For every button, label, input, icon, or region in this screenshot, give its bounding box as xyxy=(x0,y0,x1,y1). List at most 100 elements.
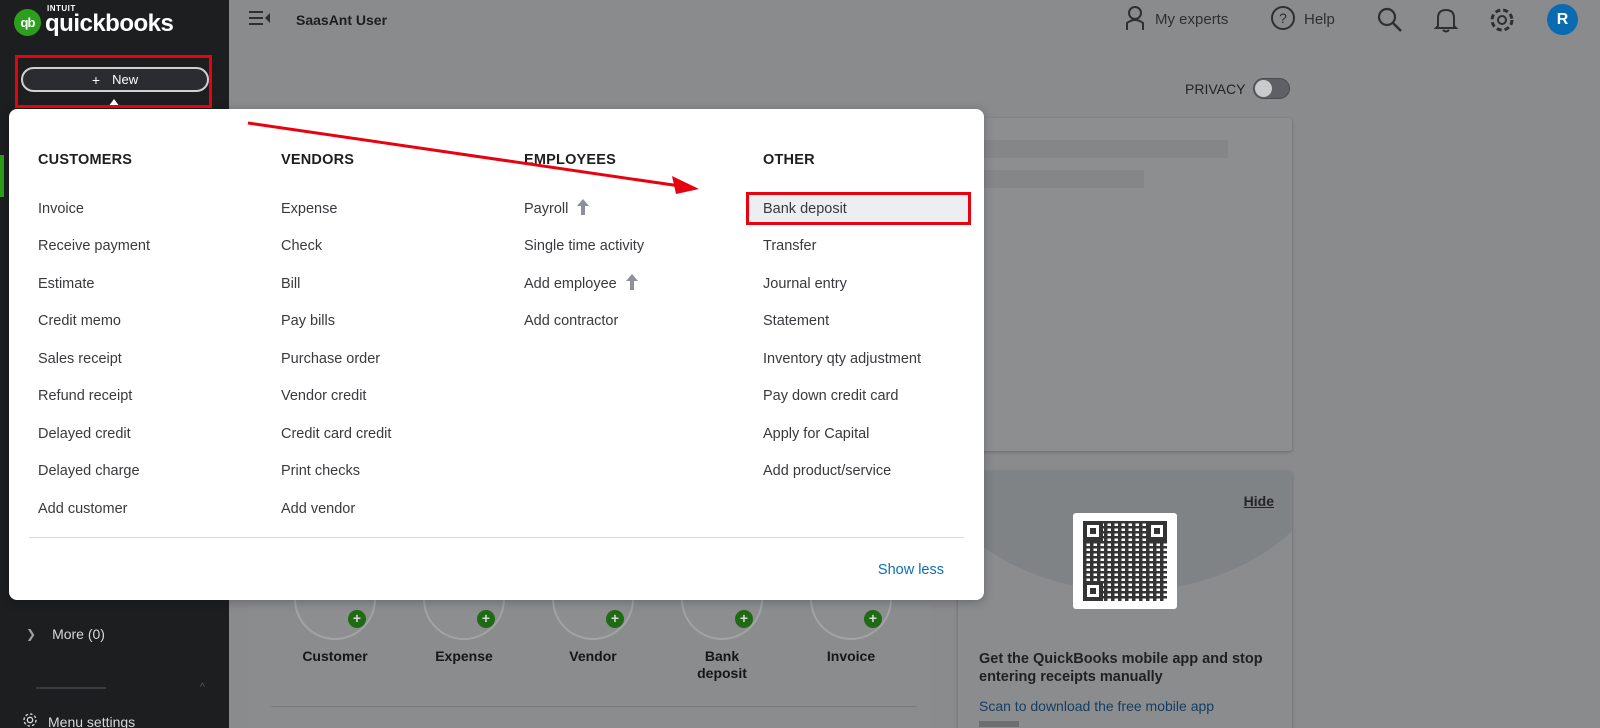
company-name: SaasAnt User xyxy=(296,12,388,28)
show-less-link[interactable]: Show less xyxy=(878,562,944,578)
privacy-toggle[interactable]: PRIVACY xyxy=(1185,78,1291,99)
menu-item-label: Apply for Capital xyxy=(763,425,870,442)
menu-item-pay-bills[interactable]: Pay bills xyxy=(281,303,511,341)
gear-icon[interactable] xyxy=(1489,7,1515,38)
menu-item-add-product-service[interactable]: Add product/service xyxy=(763,453,993,491)
qb-logo-icon: qb xyxy=(14,8,41,36)
qr-finder xyxy=(1147,521,1167,541)
menu-item-label: Receive payment xyxy=(38,238,151,255)
column-heading: EMPLOYEES xyxy=(524,152,617,168)
help-label: Help xyxy=(1304,11,1335,28)
top-bar: SaasAnt User My experts ? Help R xyxy=(229,0,1600,39)
quick-action-label: Expense xyxy=(435,648,493,664)
menu-item-payroll[interactable]: Payroll xyxy=(524,190,754,228)
menu-settings-link[interactable]: Menu settings xyxy=(22,712,135,728)
menu-item-journal-entry[interactable]: Journal entry xyxy=(763,265,993,303)
collapse-menu-icon[interactable] xyxy=(249,10,271,31)
column-heading: OTHER xyxy=(763,152,815,168)
menu-item-label: Check xyxy=(281,238,323,255)
menu-item-receive-payment[interactable]: Receive payment xyxy=(38,228,268,266)
column-heading: VENDORS xyxy=(281,152,355,168)
menu-item-print-checks[interactable]: Print checks xyxy=(281,453,511,491)
menu-item-label: Vendor credit xyxy=(281,388,367,405)
menu-item-vendor-credit[interactable]: Vendor credit xyxy=(281,378,511,416)
menu-item-label: Bill xyxy=(281,275,301,292)
menu-item-bill[interactable]: Bill xyxy=(281,265,511,303)
menu-item-label: Expense xyxy=(281,200,338,217)
search-icon[interactable] xyxy=(1377,7,1403,38)
menu-item-label: Credit memo xyxy=(38,313,121,330)
menu-item-delayed-charge[interactable]: Delayed charge xyxy=(38,453,268,491)
chevron-right-icon: ❯ xyxy=(26,627,37,641)
dashboard-widget xyxy=(958,118,1292,451)
menu-item-add-vendor[interactable]: Add vendor xyxy=(281,490,511,528)
menu-item-label: Statement xyxy=(763,313,830,330)
menu-item-label: Pay down credit card xyxy=(763,388,899,405)
menu-item-single-time-activity[interactable]: Single time activity xyxy=(524,228,754,266)
avatar[interactable]: R xyxy=(1547,4,1578,35)
quick-action-label: Invoice xyxy=(826,648,876,664)
my-experts-label: My experts xyxy=(1155,11,1229,28)
chevron-up-icon[interactable]: ^ xyxy=(200,682,205,693)
menu-item-add-customer[interactable]: Add customer xyxy=(38,490,268,528)
mobile-app-card: Hide Get the QuickBooks mobile app and s… xyxy=(958,471,1292,728)
menu-item-add-employee[interactable]: Add employee xyxy=(524,265,754,303)
bell-icon[interactable] xyxy=(1433,7,1459,38)
menu-item-pay-down-credit-card[interactable]: Pay down credit card xyxy=(763,378,993,416)
menu-item-transfer[interactable]: Transfer xyxy=(763,228,993,266)
menu-item-bank-deposit[interactable]: Bank deposit xyxy=(746,190,993,228)
menu-item-estimate[interactable]: Estimate xyxy=(38,265,268,303)
new-menu-dropdown: CUSTOMERS Invoice Receive payment Estima… xyxy=(9,109,984,600)
qr-code xyxy=(1073,513,1177,609)
toggle-knob xyxy=(1255,80,1273,97)
menu-column-other: OTHER Bank deposit Transfer Journal entr… xyxy=(746,152,993,491)
qr-finder xyxy=(1083,581,1103,601)
menu-column-vendors: VENDORS Expense Check Bill Pay bills Pur… xyxy=(281,152,511,528)
menu-item-apply-for-capital[interactable]: Apply for Capital xyxy=(763,415,993,453)
menu-item-invoice[interactable]: Invoice xyxy=(38,190,268,228)
download-app-link[interactable]: Scan to download the free mobile app xyxy=(979,698,1214,714)
menu-settings-label: Menu settings xyxy=(48,713,136,728)
loading-placeholder xyxy=(978,140,1228,158)
my-experts-button[interactable]: My experts xyxy=(1125,0,1228,39)
svg-text:?: ? xyxy=(1279,10,1287,26)
menu-item-sales-receipt[interactable]: Sales receipt xyxy=(38,340,268,378)
menu-item-credit-card-credit[interactable]: Credit card credit xyxy=(281,415,511,453)
menu-item-delayed-credit[interactable]: Delayed credit xyxy=(38,415,268,453)
annotation-box-new-button xyxy=(15,55,212,108)
menu-item-statement[interactable]: Statement xyxy=(763,303,993,341)
menu-item-inventory-qty-adjustment[interactable]: Inventory qty adjustment xyxy=(763,340,993,378)
menu-item-expense[interactable]: Expense xyxy=(281,190,511,228)
menu-list: Expense Check Bill Pay bills Purchase or… xyxy=(281,190,511,528)
menu-column-employees: EMPLOYEES Payroll Single time activity A… xyxy=(524,152,754,340)
hide-link[interactable]: Hide xyxy=(1244,493,1274,509)
menu-item-label: Add vendor xyxy=(281,500,356,517)
menu-item-label: Estimate xyxy=(38,275,95,292)
menu-item-check[interactable]: Check xyxy=(281,228,511,266)
logo-wordmark: INTUIT quickbooks xyxy=(45,4,174,38)
loading-placeholder xyxy=(978,170,1144,188)
menu-item-label: Print checks xyxy=(281,463,360,480)
sidebar-item-more[interactable]: ❯ More (0) xyxy=(26,626,105,642)
menu-item-label: Transfer xyxy=(763,238,817,255)
quick-action-label: Vendor xyxy=(569,648,617,664)
toggle-switch[interactable] xyxy=(1253,78,1291,99)
add-badge-icon: + xyxy=(864,610,882,628)
menu-item-label: Refund receipt xyxy=(38,388,133,405)
menu-item-credit-memo[interactable]: Credit memo xyxy=(38,303,268,341)
menu-item-label: Sales receipt xyxy=(38,350,122,367)
gear-icon xyxy=(22,712,38,728)
help-button[interactable]: ? Help xyxy=(1270,0,1335,39)
expert-icon xyxy=(1125,5,1145,35)
menu-column-customers: CUSTOMERS Invoice Receive payment Estima… xyxy=(38,152,268,528)
column-heading: CUSTOMERS xyxy=(38,152,133,168)
quick-action-label: Bank deposit xyxy=(697,648,747,681)
qr-pattern xyxy=(1083,521,1167,601)
menu-item-purchase-order[interactable]: Purchase order xyxy=(281,340,511,378)
menu-item-label: Add employee xyxy=(524,275,617,292)
quickbooks-logo[interactable]: qb INTUIT quickbooks xyxy=(14,4,174,38)
menu-list: Payroll Single time activity Add employe… xyxy=(524,190,754,340)
mobile-card-title: Get the QuickBooks mobile app and stop e… xyxy=(979,651,1263,685)
menu-item-refund-receipt[interactable]: Refund receipt xyxy=(38,378,268,416)
menu-item-add-contractor[interactable]: Add contractor xyxy=(524,303,754,341)
